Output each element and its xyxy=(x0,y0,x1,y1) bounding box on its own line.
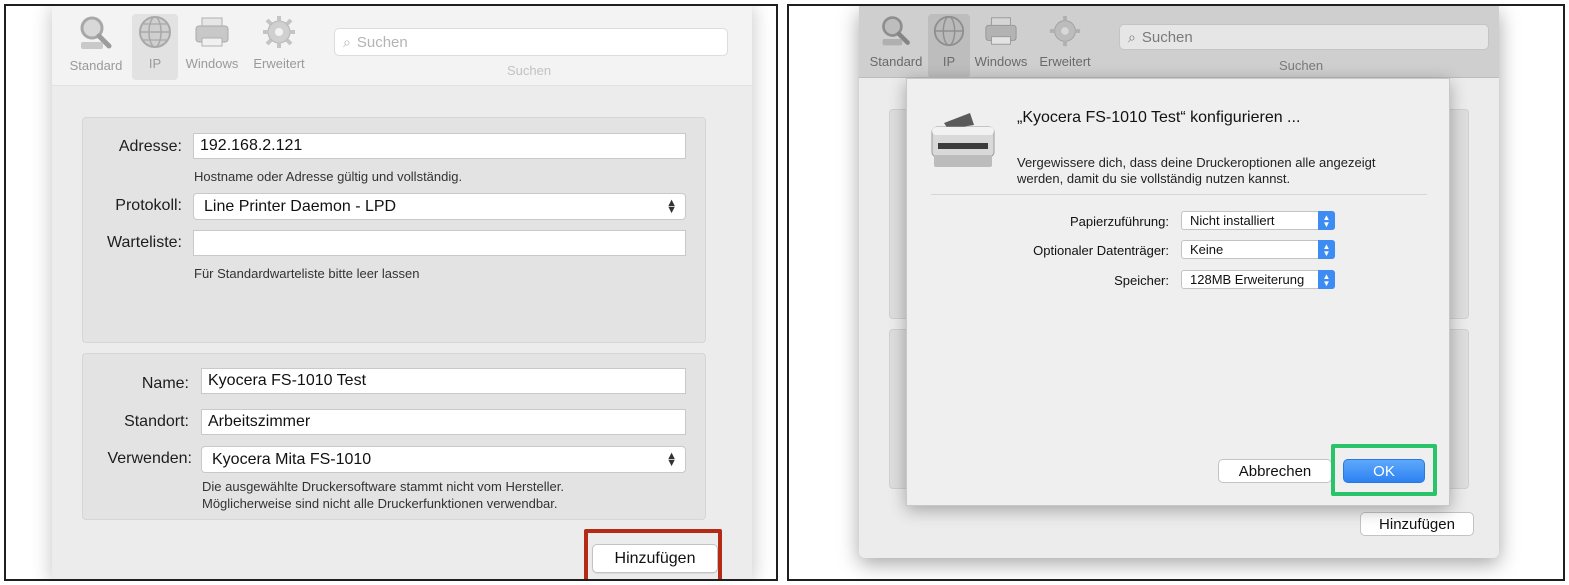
gear-icon xyxy=(1049,15,1081,47)
tab-windows-label: Windows xyxy=(185,56,239,71)
optional-storage-popup[interactable]: Keine ▲ ▼ xyxy=(1181,240,1335,259)
driver-value: Kyocera Mita FS-1010 xyxy=(212,450,372,468)
driver-select[interactable]: Kyocera Mita FS-1010 ▲ ▼ xyxy=(201,446,686,473)
search-caption: Suchen xyxy=(1279,58,1324,73)
toolbar: Standard IP Windows Erweitert ⌕ Suchen S… xyxy=(52,6,752,86)
address-hint: Hostname oder Adresse gültig und vollstä… xyxy=(194,169,463,184)
tab-standard[interactable]: Standard xyxy=(62,14,130,80)
name-value: Kyocera FS-1010 Test xyxy=(208,372,367,389)
search-input[interactable]: ⌕ Suchen xyxy=(1119,24,1489,50)
paper-feed-value: Nicht installiert xyxy=(1190,213,1275,228)
printer-icon xyxy=(931,113,995,167)
updown-arrow-icon: ▲ ▼ xyxy=(1318,270,1335,289)
tab-erweitert[interactable]: Erweitert xyxy=(246,14,312,80)
memory-popup[interactable]: 128MB Erweiterung ▲ ▼ xyxy=(1181,270,1335,289)
highlight-ok-button xyxy=(1331,444,1437,496)
cancel-button[interactable]: Abbrechen xyxy=(1218,459,1332,483)
sheet-subtitle-line-1: Vergewissere dich, dass deine Druckeropt… xyxy=(1017,155,1376,170)
location-field[interactable]: Arbeitszimmer xyxy=(201,409,686,435)
location-value: Arbeitszimmer xyxy=(208,413,311,430)
tab-windows[interactable]: Windows xyxy=(971,14,1031,78)
address-value: 192.168.2.121 xyxy=(200,137,303,154)
tab-standard[interactable]: Standard xyxy=(865,14,927,78)
paper-feed-popup[interactable]: Nicht installiert ▲ ▼ xyxy=(1181,211,1335,230)
search-placeholder: Suchen xyxy=(1141,28,1193,46)
updown-arrow-icon: ▲ ▼ xyxy=(1318,240,1335,259)
driver-warning-line-1: Die ausgewählte Druckersoftware stammt n… xyxy=(202,479,564,494)
cancel-button-label: Abbrechen xyxy=(1238,462,1312,480)
separator xyxy=(931,194,1427,195)
tab-windows-label: Windows xyxy=(974,54,1028,69)
address-field[interactable]: 192.168.2.121 xyxy=(193,133,686,159)
search-placeholder: Suchen xyxy=(356,33,408,51)
gear-icon xyxy=(263,16,295,48)
tab-standard-label: Standard xyxy=(69,58,123,73)
protocol-select[interactable]: Line Printer Daemon - LPD ▲ ▼ xyxy=(193,193,686,220)
tab-erweitert-label: Erweitert xyxy=(1039,54,1091,69)
use-label: Verwenden: xyxy=(107,450,192,467)
tab-windows[interactable]: Windows xyxy=(180,14,244,80)
configure-printer-sheet: „Kyocera FS-1010 Test“ konfigurieren ...… xyxy=(906,78,1450,506)
search-input[interactable]: ⌕ Suchen xyxy=(334,28,728,56)
tab-ip[interactable]: IP xyxy=(132,14,178,80)
left-screenshot-panel: Standard IP Windows Erweitert ⌕ Suchen S… xyxy=(4,4,778,581)
tab-ip-label: IP xyxy=(148,56,162,71)
add-button-label: Hinzufügen xyxy=(1379,515,1455,533)
tab-standard-label: Standard xyxy=(869,54,923,69)
add-printer-window: Standard IP Windows Erweitert ⌕ Suchen S… xyxy=(52,6,752,579)
address-label: Adresse: xyxy=(118,138,182,155)
search-icon: ⌕ xyxy=(343,33,351,50)
tab-erweitert[interactable]: Erweitert xyxy=(1034,14,1096,78)
optional-storage-value: Keine xyxy=(1190,242,1224,257)
queue-label: Warteliste: xyxy=(107,234,182,251)
location-label: Standort: xyxy=(124,413,189,430)
tab-ip[interactable]: IP xyxy=(928,14,970,78)
toolbar: Standard IP Windows Erweitert ⌕ Suchen S… xyxy=(859,6,1499,78)
sheet-title: „Kyocera FS-1010 Test“ konfigurieren ... xyxy=(1017,109,1301,126)
updown-arrow-icon: ▲ ▼ xyxy=(666,196,677,216)
name-label: Name: xyxy=(141,375,189,392)
magnifier-printer-icon xyxy=(882,16,910,46)
search-icon: ⌕ xyxy=(1128,28,1136,45)
magnifier-printer-icon xyxy=(80,16,112,49)
optional-storage-label: Optionaler Datenträger: xyxy=(1033,243,1169,258)
driver-warning-line-2: Möglicherweise sind nicht alle Druckerfu… xyxy=(202,496,558,511)
sheet-subtitle-line-2: werden, damit du sie vollständig nutzen … xyxy=(1017,171,1291,186)
search-caption: Suchen xyxy=(507,63,552,78)
tab-ip-label: IP xyxy=(942,54,956,69)
name-field[interactable]: Kyocera FS-1010 Test xyxy=(201,368,686,394)
memory-label: Speicher: xyxy=(1114,273,1169,288)
updown-arrow-icon: ▲ ▼ xyxy=(1318,211,1335,230)
right-screenshot-panel: Standard IP Windows Erweitert ⌕ Suchen S… xyxy=(787,4,1565,581)
updown-arrow-icon: ▲ ▼ xyxy=(666,449,677,469)
protocol-value: Line Printer Daemon - LPD xyxy=(204,197,397,215)
globe-icon xyxy=(139,16,171,48)
printer-icon xyxy=(195,17,229,47)
globe-icon xyxy=(933,15,965,47)
memory-value: 128MB Erweiterung xyxy=(1190,272,1305,287)
queue-hint: Für Standardwarteliste bitte leer lassen xyxy=(194,266,420,281)
printer-icon xyxy=(985,17,1017,45)
highlight-add-button xyxy=(584,529,722,579)
add-button[interactable]: Hinzufügen xyxy=(1360,512,1474,536)
protocol-label: Protokoll: xyxy=(115,197,182,214)
queue-field[interactable] xyxy=(193,230,686,256)
paper-feed-label: Papierzuführung: xyxy=(1069,214,1169,229)
tab-erweitert-label: Erweitert xyxy=(253,56,305,71)
